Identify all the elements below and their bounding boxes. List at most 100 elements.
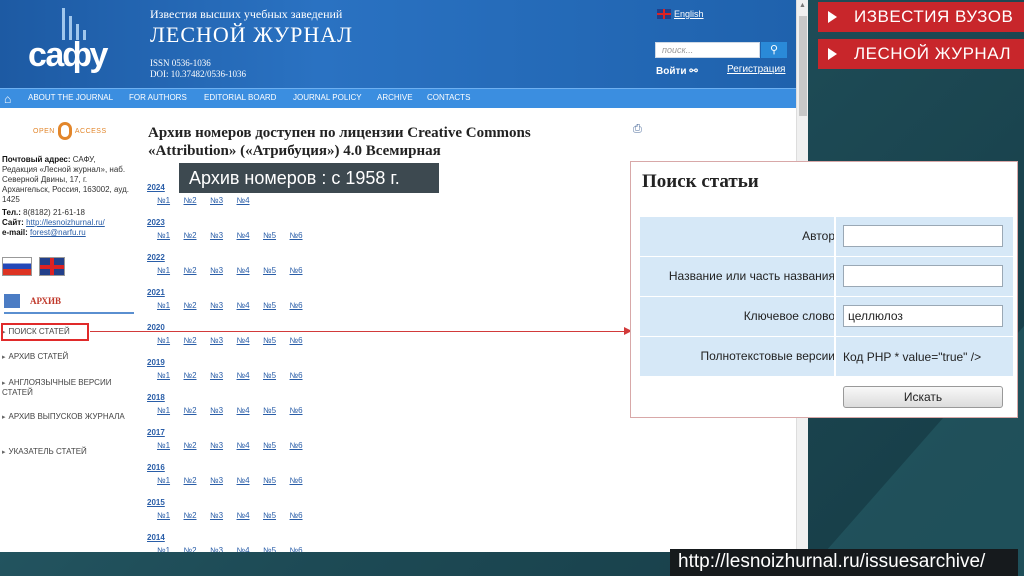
- login-link[interactable]: Войти ⚯: [656, 66, 698, 77]
- sidebar-link-english-versions[interactable]: Англоязычные версии статей: [2, 378, 127, 397]
- issue-link[interactable]: №5: [263, 511, 290, 520]
- year-link[interactable]: 2018: [147, 393, 165, 402]
- issue-link[interactable]: №5: [263, 406, 290, 415]
- issue-link[interactable]: №3: [210, 231, 237, 240]
- english-link[interactable]: English: [657, 9, 704, 19]
- site-link[interactable]: http://lesnoizhurnal.ru/: [26, 218, 105, 227]
- issue-link[interactable]: №4: [237, 406, 264, 415]
- issue-link[interactable]: №5: [263, 266, 290, 275]
- year-link[interactable]: 2015: [147, 498, 165, 507]
- issue-link[interactable]: №1: [157, 301, 184, 310]
- issue-link[interactable]: №1: [157, 266, 184, 275]
- issue-link[interactable]: №6: [290, 266, 317, 275]
- issue-link[interactable]: №3: [210, 196, 237, 205]
- issue-link[interactable]: №5: [263, 441, 290, 450]
- issue-link[interactable]: №4: [237, 511, 264, 520]
- issue-link[interactable]: №6: [290, 371, 317, 380]
- issue-link[interactable]: №4: [237, 476, 264, 485]
- scroll-thumb[interactable]: [799, 16, 807, 116]
- year-link[interactable]: 2016: [147, 463, 165, 472]
- issue-link[interactable]: №6: [290, 476, 317, 485]
- issue-link[interactable]: №4: [237, 266, 264, 275]
- scroll-up-icon[interactable]: ▲: [799, 2, 806, 9]
- nav-about[interactable]: About the Journal: [28, 93, 113, 102]
- sidebar-link-article-archive[interactable]: Архив статей: [2, 352, 127, 362]
- issue-link[interactable]: №3: [210, 266, 237, 275]
- year-link[interactable]: 2017: [147, 428, 165, 437]
- issue-link[interactable]: №4: [237, 371, 264, 380]
- site-search-input[interactable]: поиск...: [655, 42, 760, 58]
- home-icon[interactable]: ⌂: [4, 92, 11, 106]
- issue-link[interactable]: №1: [157, 476, 184, 485]
- issue-link[interactable]: №2: [184, 301, 211, 310]
- issue-link[interactable]: №1: [157, 336, 184, 345]
- year-link[interactable]: 2023: [147, 218, 165, 227]
- issue-link[interactable]: №2: [184, 371, 211, 380]
- issue-link[interactable]: №5: [263, 546, 290, 552]
- issue-link[interactable]: №2: [184, 231, 211, 240]
- year-link[interactable]: 2021: [147, 288, 165, 297]
- print-icon[interactable]: ⎙: [633, 123, 642, 136]
- year-link[interactable]: 2014: [147, 533, 165, 542]
- issue-link[interactable]: №6: [290, 511, 317, 520]
- issue-link[interactable]: №6: [290, 301, 317, 310]
- issue-link[interactable]: №5: [263, 371, 290, 380]
- russian-flag-icon[interactable]: [2, 257, 32, 276]
- nav-journal-policy[interactable]: Journal policy: [293, 93, 362, 102]
- year-link[interactable]: 2019: [147, 358, 165, 367]
- author-input[interactable]: [843, 225, 1003, 247]
- issue-link[interactable]: №1: [157, 196, 184, 205]
- issue-link[interactable]: №3: [210, 476, 237, 485]
- issue-link[interactable]: №2: [184, 511, 211, 520]
- issue-link[interactable]: №6: [290, 546, 317, 552]
- issue-link[interactable]: №2: [184, 196, 211, 205]
- nav-contacts[interactable]: Contacts: [427, 93, 470, 102]
- issue-link[interactable]: №1: [157, 371, 184, 380]
- search-icon[interactable]: ⚲: [761, 42, 787, 58]
- issue-link[interactable]: №6: [290, 336, 317, 345]
- issue-link[interactable]: №2: [184, 441, 211, 450]
- nav-for-authors[interactable]: For authors: [129, 93, 187, 102]
- issue-link[interactable]: №2: [184, 266, 211, 275]
- issue-link[interactable]: №3: [210, 511, 237, 520]
- title-input[interactable]: [843, 265, 1003, 287]
- issue-link[interactable]: №1: [157, 511, 184, 520]
- issue-link[interactable]: №4: [237, 336, 264, 345]
- issue-link[interactable]: №1: [157, 441, 184, 450]
- register-link[interactable]: Регистрация: [727, 64, 785, 75]
- nav-editorial-board[interactable]: Editorial Board: [204, 93, 276, 102]
- issue-link[interactable]: №3: [210, 546, 237, 552]
- issue-link[interactable]: №4: [237, 301, 264, 310]
- issue-link[interactable]: №1: [157, 406, 184, 415]
- issue-link[interactable]: №6: [290, 441, 317, 450]
- issue-link[interactable]: №3: [210, 371, 237, 380]
- issue-link[interactable]: №3: [210, 406, 237, 415]
- nav-archive[interactable]: Archive: [377, 93, 413, 102]
- issue-link[interactable]: №4: [237, 196, 264, 205]
- issue-link[interactable]: №5: [263, 301, 290, 310]
- issue-link[interactable]: №4: [237, 546, 264, 552]
- issue-link[interactable]: №5: [263, 476, 290, 485]
- email-link[interactable]: forest@narfu.ru: [30, 228, 86, 237]
- issue-link[interactable]: №6: [290, 231, 317, 240]
- issue-link[interactable]: №2: [184, 546, 211, 552]
- issue-link[interactable]: №1: [157, 546, 184, 552]
- year-link[interactable]: 2022: [147, 253, 165, 262]
- issue-link[interactable]: №3: [210, 301, 237, 310]
- sidebar-link-issue-archive[interactable]: Архив выпусков журнала: [2, 412, 127, 422]
- uk-flag-icon[interactable]: [39, 257, 65, 276]
- issue-link[interactable]: №6: [290, 406, 317, 415]
- issue-link[interactable]: №5: [263, 336, 290, 345]
- year-link[interactable]: 2024: [147, 183, 165, 192]
- issue-link[interactable]: №5: [263, 231, 290, 240]
- issue-link[interactable]: №2: [184, 336, 211, 345]
- issue-link[interactable]: №4: [237, 441, 264, 450]
- issue-link[interactable]: №3: [210, 441, 237, 450]
- issue-link[interactable]: №1: [157, 231, 184, 240]
- issue-link[interactable]: №3: [210, 336, 237, 345]
- sidebar-link-article-index[interactable]: Указатель статей: [2, 447, 127, 457]
- keyword-input[interactable]: целлюлоз: [843, 305, 1003, 327]
- issue-link[interactable]: №2: [184, 476, 211, 485]
- issue-link[interactable]: №2: [184, 406, 211, 415]
- issue-link[interactable]: №4: [237, 231, 264, 240]
